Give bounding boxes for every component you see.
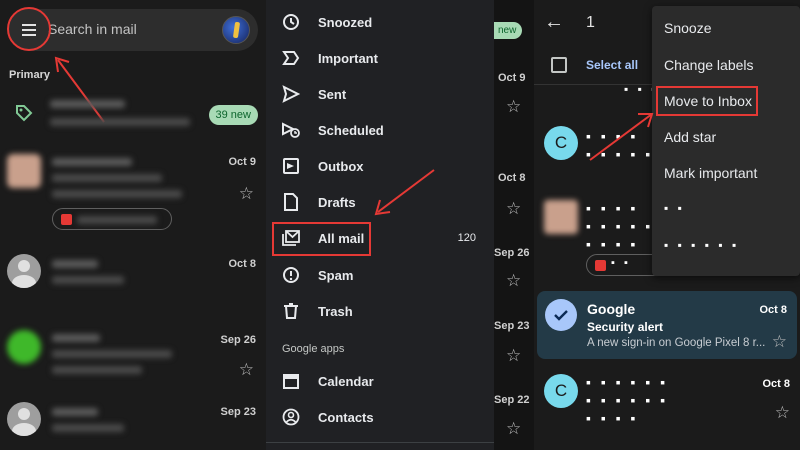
drawer-item-calendar[interactable]: Calendar (266, 363, 494, 399)
obscured-text: ▪ ▪ ▪ ▪ (586, 236, 639, 252)
promotions-badge: 39 new (208, 105, 258, 125)
star-icon: ☆ (506, 271, 522, 290)
avatar (544, 200, 578, 234)
list-item[interactable]: Sep 23 (0, 400, 266, 450)
drawer-item-label: Spam (318, 267, 354, 283)
email-date: Sep 23 (220, 406, 256, 418)
checkmark-icon[interactable] (545, 299, 577, 331)
star-icon: ☆ (506, 97, 522, 116)
calendar-icon (283, 374, 299, 389)
section-header: Google apps (282, 343, 345, 355)
blurred-preview (52, 190, 182, 198)
email-sender: Google (587, 301, 636, 317)
drawer-item-label: Trash (318, 303, 353, 319)
blurred-preview (50, 118, 190, 126)
list-item[interactable]: Oct 9 ☆ (0, 150, 266, 232)
selection-panel: ← 1 Select all ▪ ▪ ▪ ▪ ▪ ▪ C ▪ ▪ ▪ ▪ ▪ ▪… (534, 0, 800, 450)
annotation-arrow (374, 169, 435, 216)
email-date: Oct 9 (228, 156, 256, 168)
star-icon: ☆ (506, 419, 522, 438)
email-date: Sep 22 (494, 394, 530, 406)
email-date: Sep 23 (494, 320, 530, 332)
obscured-text: ▪ ▪ ▪ ▪ (586, 200, 639, 216)
list-item[interactable]: Oct 8 (0, 252, 266, 294)
blurred-sender (52, 334, 100, 342)
avatar (7, 254, 41, 288)
email-date: Sep 26 (220, 334, 256, 346)
star-icon: ☆ (506, 346, 522, 365)
email-date: Oct 8 (762, 378, 790, 390)
avatar (7, 402, 41, 436)
drawer-item-label: Contacts (318, 409, 374, 425)
drawer-item-trash[interactable]: Trash (266, 293, 494, 329)
annotation-arrow (589, 113, 654, 161)
obscured-text: ▪ ▪ ▪ ▪ ▪ ▪ (586, 392, 669, 408)
selected-email-row[interactable]: Google Security alert A new sign-in on G… (537, 291, 797, 359)
star-icon: ☆ (506, 199, 522, 218)
contacts-icon (282, 408, 300, 426)
tag-icon (16, 105, 33, 122)
obscured-menu-item[interactable]: ▪ ▪ (664, 201, 685, 215)
drawer-item-label: Calendar (318, 373, 374, 389)
blurred-sender (52, 408, 98, 416)
blurred-sender (50, 100, 125, 108)
blurred-sender (52, 158, 132, 166)
email-date: Oct 8 (228, 258, 256, 270)
obscured-text: ▪ ▪ ▪ ▪ ▪ ▪ (586, 374, 669, 390)
drawer-item-spam[interactable]: Spam (266, 257, 494, 293)
star-icon[interactable]: ☆ (239, 361, 254, 378)
attachment-chip[interactable] (52, 208, 172, 230)
avatar (7, 330, 41, 364)
list-item[interactable]: C ▪ ▪ ▪ ▪ ▪ ▪ ▪ ▪ ▪ ▪ ▪ ▪ ▪ ▪ ▪ ▪ Oct 8 … (534, 370, 800, 430)
blurred-subject (52, 350, 172, 358)
avatar: C (544, 374, 578, 408)
spam-icon (283, 267, 299, 283)
blurred-subject (52, 424, 124, 432)
email-date: Oct 8 (498, 172, 526, 184)
star-icon[interactable]: ☆ (772, 333, 787, 350)
blurred-subject (52, 276, 124, 284)
email-date: Sep 26 (494, 247, 530, 259)
new-badge: new (494, 22, 523, 39)
navigation-drawer: Snoozed Important Sent Scheduled Outbox (266, 0, 494, 450)
list-item[interactable]: 39 new (0, 92, 266, 140)
obscured-menu-item[interactable]: ▪ ▪ ▪ ▪ ▪ ▪ (664, 238, 739, 252)
avatar (7, 154, 41, 188)
background-inbox-strip: new Oct 9 ☆ Oct 8 ☆ Sep 26 ☆ Sep 23 ☆ Se… (494, 0, 534, 450)
pdf-icon (61, 214, 72, 225)
drawer-item-contacts[interactable]: Contacts (266, 399, 494, 435)
trash-icon (284, 303, 298, 319)
email-subject: Security alert (587, 320, 664, 334)
star-icon[interactable]: ☆ (775, 404, 790, 421)
blurred-subject (52, 174, 162, 182)
pdf-icon (595, 260, 606, 271)
blurred-preview (52, 366, 142, 374)
email-date: Oct 8 (759, 304, 787, 316)
star-icon[interactable]: ☆ (239, 185, 254, 202)
divider (266, 442, 494, 443)
list-item[interactable]: Sep 26 ☆ (0, 330, 266, 380)
obscured-text: ▪ ▪ ▪ ▪ ▪ (586, 218, 654, 234)
blurred-sender (52, 260, 98, 268)
section-label: Primary (9, 69, 50, 81)
email-preview: A new sign-in on Google Pixel 8 r... (587, 337, 766, 349)
email-date: Oct 9 (498, 72, 526, 84)
inbox-panel: Search in mail Primary 39 new Oct 9 ☆ Oc… (0, 0, 266, 450)
obscured-text: ▪ ▪ ▪ ▪ (586, 410, 639, 426)
